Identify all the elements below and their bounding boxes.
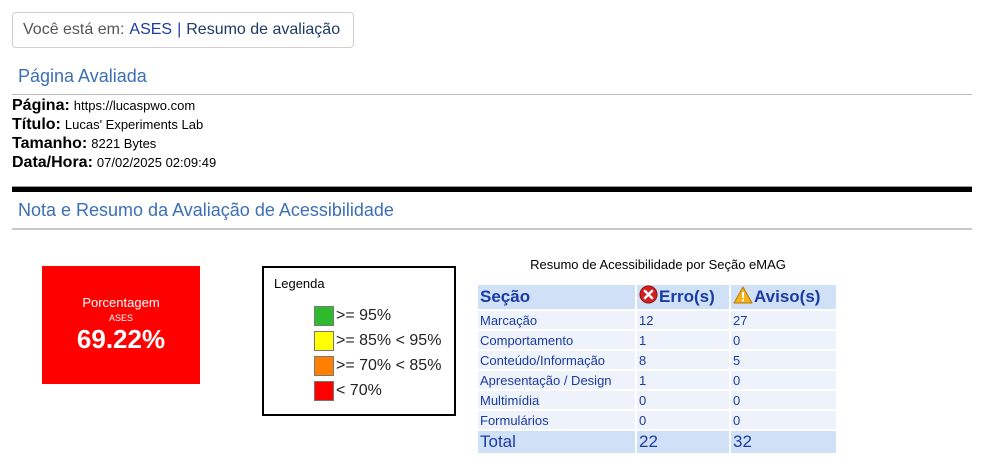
emag-table-caption: Resumo de Acessibilidade por Seção eMAG <box>530 257 786 272</box>
row-section: Conteúdo/Informação <box>478 351 635 369</box>
error-icon <box>639 285 658 309</box>
info-value: https://lucaspwo.com <box>73 98 196 113</box>
row-warnings: 27 <box>731 311 836 329</box>
breadcrumb-separator: | <box>177 21 182 38</box>
row-section: Multimídia <box>478 391 635 409</box>
total-errors: 22 <box>637 431 729 453</box>
score-sub-label: ASES <box>108 313 133 323</box>
info-row-title: Título: Lucas' Experiments Lab <box>12 115 216 134</box>
emag-table: Seção Erro(s) Aviso(s) Marcação 12 27 Co… <box>476 283 838 455</box>
row-warnings: 0 <box>731 391 836 409</box>
legend-swatch-red <box>314 380 334 401</box>
info-row-datetime: Data/Hora: 07/02/2025 02:09:49 <box>12 153 216 172</box>
info-label: Título: <box>12 116 61 133</box>
score-label: Porcentagem <box>82 295 160 310</box>
row-errors: 0 <box>637 411 729 429</box>
emag-summary: Resumo de Acessibilidade por Seção eMAG … <box>477 257 839 455</box>
info-row-page: Página: https://lucaspwo.com <box>12 96 216 115</box>
row-errors: 1 <box>637 371 729 389</box>
section-divider <box>12 186 972 192</box>
header-warnings-label: Aviso(s) <box>754 286 821 306</box>
info-label: Página: <box>12 97 70 114</box>
info-value: Lucas' Experiments Lab <box>64 117 204 132</box>
row-section: Apresentação / Design <box>478 371 635 389</box>
breadcrumb-home-link[interactable]: ASES <box>129 21 172 39</box>
table-row: Apresentação / Design 1 0 <box>478 371 836 389</box>
score-value: 69.22% <box>76 324 166 354</box>
table-row: Formulários 0 0 <box>478 411 836 429</box>
row-errors: 1 <box>637 331 729 349</box>
table-row: Comportamento 1 0 <box>478 331 836 349</box>
total-label: Total <box>478 431 635 453</box>
breadcrumb-current: Resumo de avaliação <box>186 21 341 38</box>
info-label: Tamanho: <box>12 135 88 152</box>
breadcrumb: Você está em: ASES | Resumo de avaliação <box>12 12 354 48</box>
legend-swatch-green <box>314 305 334 326</box>
evaluated-page-info: Página: https://lucaspwo.com Título: Lucas… <box>12 96 216 172</box>
row-errors: 12 <box>637 311 729 329</box>
score-box: Porcentagem ASES 69.22% <box>42 266 200 384</box>
table-row: Conteúdo/Informação 8 5 <box>478 351 836 369</box>
info-value: 07/02/2025 02:09:49 <box>96 155 217 170</box>
table-row: Marcação 12 27 <box>478 311 836 329</box>
header-warnings: Aviso(s) <box>731 285 836 309</box>
summary-heading: Nota e Resumo da Avaliação de Acessibili… <box>12 200 972 230</box>
table-total-row: Total 22 32 <box>478 431 836 453</box>
legend-item: < 70% <box>314 378 441 403</box>
legend-swatch-yellow <box>314 330 334 351</box>
row-errors: 8 <box>637 351 729 369</box>
header-section: Seção <box>478 285 635 309</box>
table-header-row: Seção Erro(s) Aviso(s) <box>478 285 836 309</box>
total-warnings: 32 <box>731 431 836 453</box>
warning-icon <box>733 286 753 309</box>
row-section: Formulários <box>478 411 635 429</box>
legend-swatch-orange <box>314 355 334 376</box>
legend-title: Legenda <box>274 276 325 291</box>
row-section: Marcação <box>478 311 635 329</box>
row-section: Comportamento <box>478 331 635 349</box>
legend-item: >= 95% <box>314 303 441 328</box>
info-row-size: Tamanho: 8221 Bytes <box>12 134 216 153</box>
legend-label: >= 70% < 85% <box>336 356 442 374</box>
evaluated-page-heading: Página Avaliada <box>12 66 972 95</box>
header-errors: Erro(s) <box>637 285 729 309</box>
table-row: Multimídia 0 0 <box>478 391 836 409</box>
legend-item: >= 70% < 85% <box>314 353 441 378</box>
info-value: 8221 Bytes <box>91 136 157 151</box>
row-errors: 0 <box>637 391 729 409</box>
legend-item: >= 85% < 95% <box>314 328 441 353</box>
legend-label: >= 85% < 95% <box>336 331 442 349</box>
info-label: Data/Hora: <box>12 154 93 171</box>
legend-box: Legenda >= 95% >= 85% < 95% >= 70% < 85%… <box>262 266 456 416</box>
header-errors-label: Erro(s) <box>659 287 715 306</box>
breadcrumb-prefix: Você está em: <box>23 21 125 38</box>
row-warnings: 0 <box>731 331 836 349</box>
legend-label: < 70% <box>336 381 382 399</box>
row-warnings: 0 <box>731 371 836 389</box>
row-warnings: 0 <box>731 411 836 429</box>
row-warnings: 5 <box>731 351 836 369</box>
legend-label: >= 95% <box>336 306 392 324</box>
